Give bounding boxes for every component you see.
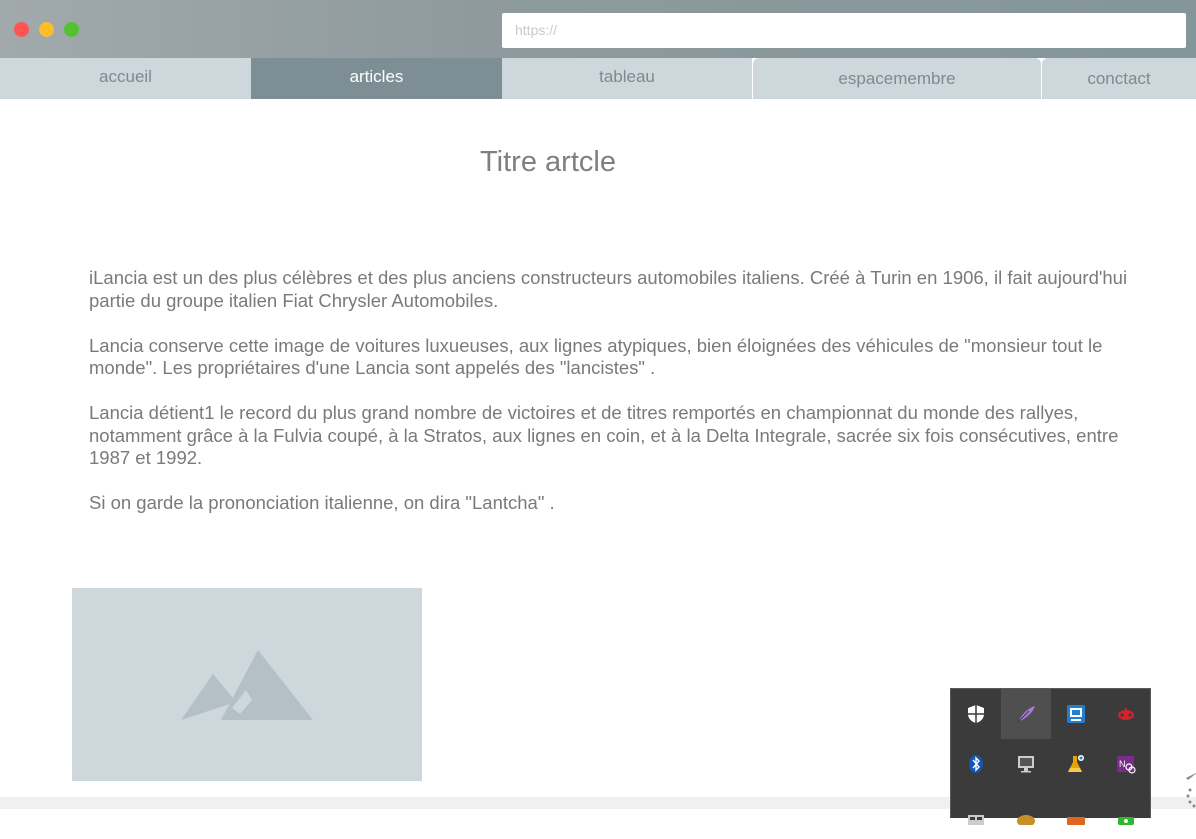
article-title: Titre artcle: [480, 146, 616, 178]
grid-app-icon[interactable]: [951, 789, 1001, 839]
address-bar[interactable]: https://: [502, 13, 1186, 48]
nav-tab-tableau[interactable]: tableau: [502, 58, 752, 99]
article-paragraph: Si on garde la prononciation italienne, …: [89, 492, 555, 513]
main-nav: accueil articles tableau espacemembre co…: [0, 58, 1196, 99]
nav-tab-espacemembre[interactable]: espacemembre: [753, 58, 1041, 99]
article-paragraph: Lancia conserve cette image de voitures …: [89, 334, 1103, 379]
orange-app-icon[interactable]: [1051, 789, 1101, 839]
minimize-window-button[interactable]: [39, 22, 54, 37]
security-shield-icon[interactable]: [951, 689, 1001, 739]
coin-icon[interactable]: [1001, 789, 1051, 839]
monitor-icon[interactable]: [1001, 739, 1051, 789]
mountain-image-icon: [181, 650, 313, 720]
article-body: iLancia est un des plus célèbres et des …: [89, 267, 1129, 537]
red-game-icon[interactable]: [1101, 689, 1151, 739]
close-window-button[interactable]: [14, 22, 29, 37]
nav-tab-accueil[interactable]: accueil: [0, 58, 251, 99]
network-app-icon[interactable]: [1051, 689, 1101, 739]
onenote-icon[interactable]: N: [1101, 739, 1151, 789]
window-titlebar: https://: [0, 0, 1196, 58]
green-app-icon[interactable]: [1101, 789, 1151, 839]
article-paragraph: iLancia est un des plus célèbres et des …: [89, 267, 1128, 311]
nav-tab-articles[interactable]: articles: [251, 58, 502, 99]
article-paragraph: Lancia détient1 le record du plus grand …: [89, 402, 1119, 468]
loading-spinner-icon: [1186, 773, 1196, 808]
address-bar-placeholder: https://: [515, 22, 558, 38]
maximize-window-button[interactable]: [64, 22, 79, 37]
bluetooth-icon[interactable]: [951, 739, 1001, 789]
feather-icon[interactable]: [1001, 689, 1051, 739]
flask-icon[interactable]: [1051, 739, 1101, 789]
article-image-placeholder: [72, 588, 422, 781]
nav-tab-contact[interactable]: conctact: [1042, 58, 1196, 99]
svg-text:N: N: [1119, 759, 1126, 769]
system-tray-popup: N: [950, 688, 1151, 825]
